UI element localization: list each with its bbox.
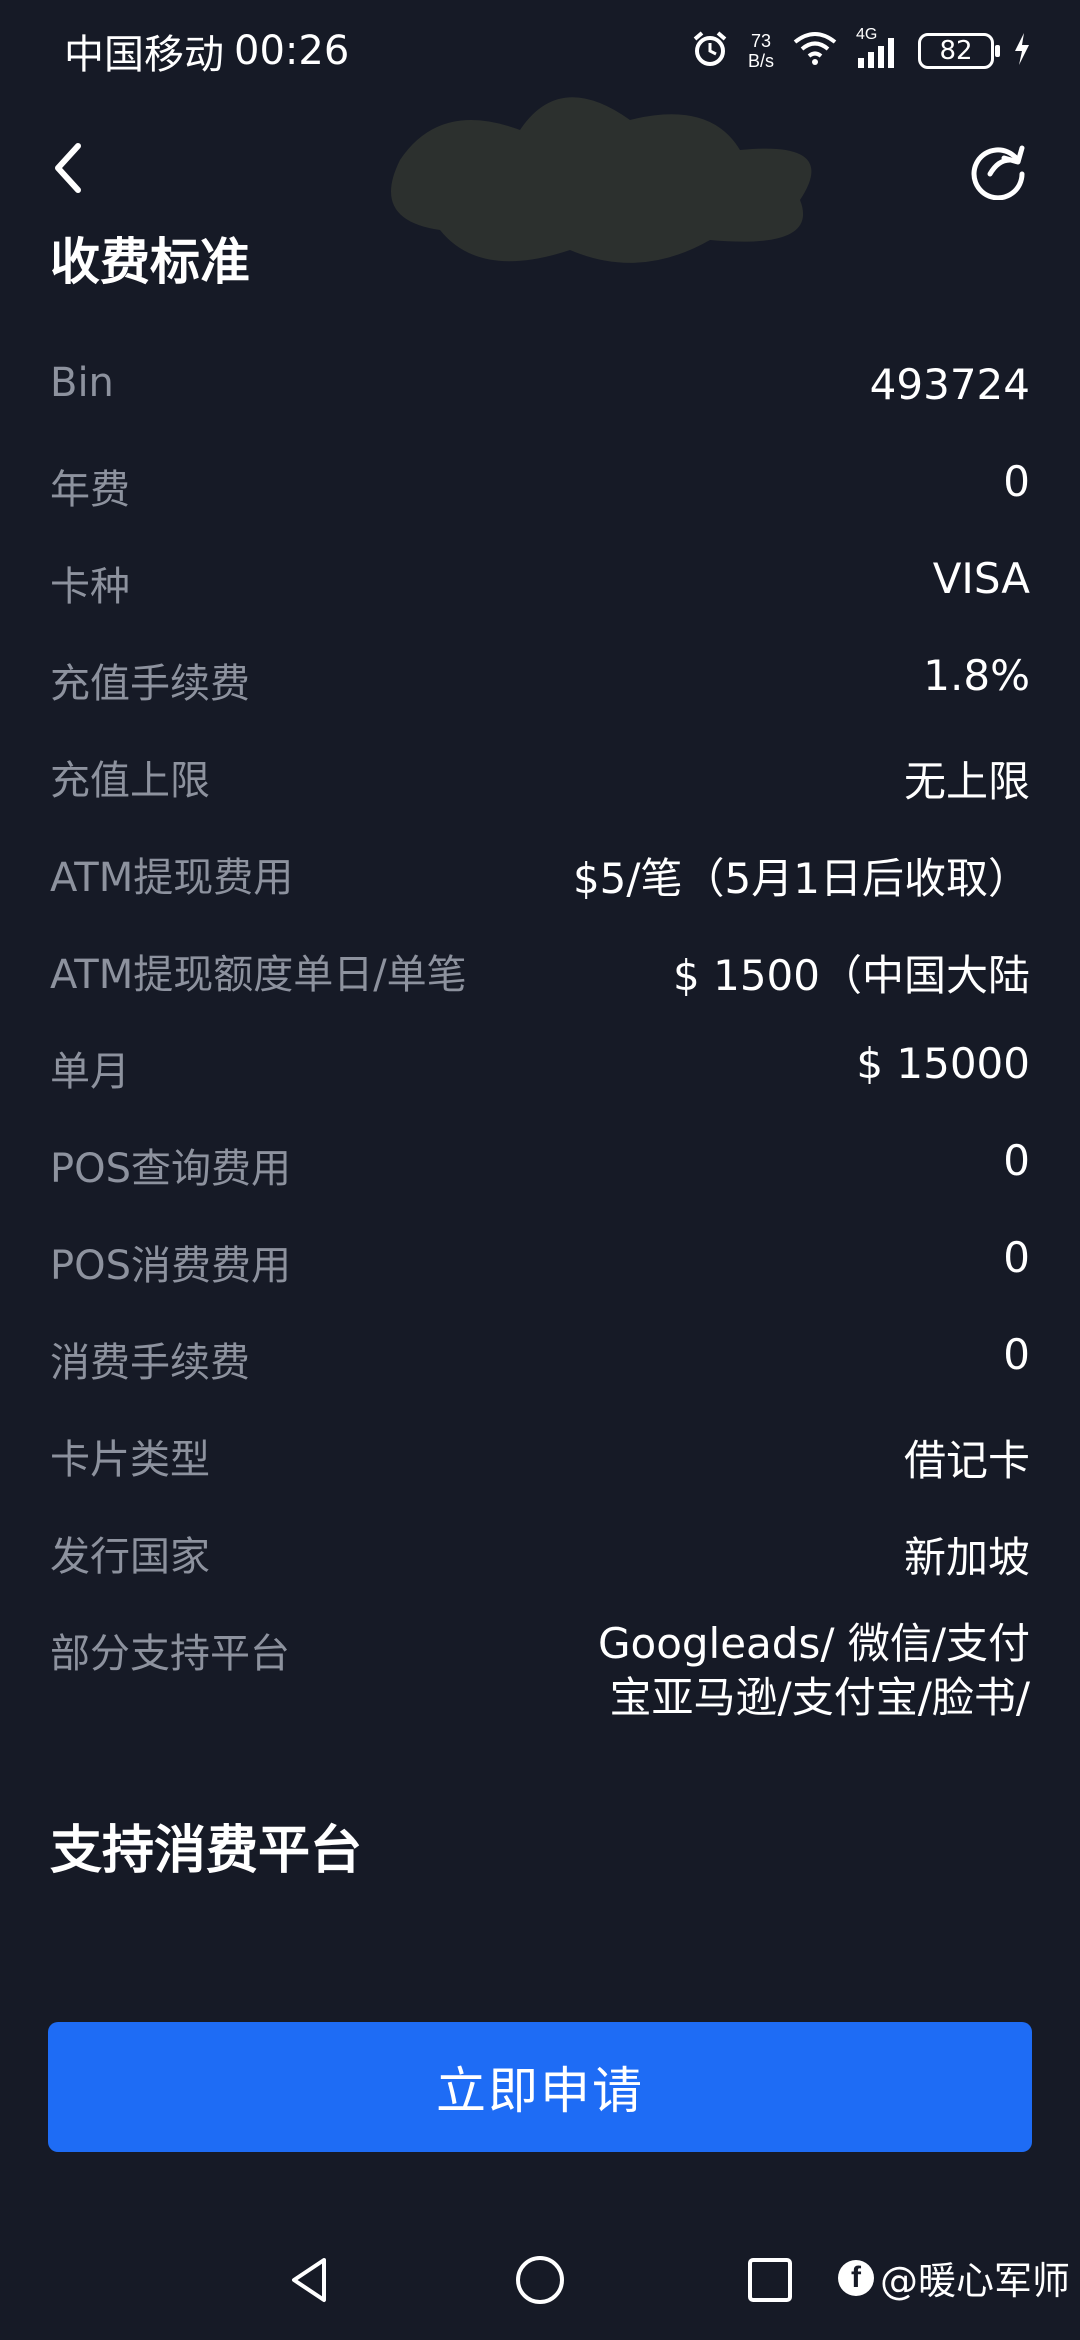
facebook-icon: f bbox=[837, 2259, 874, 2296]
fee-value: 无上限 bbox=[903, 757, 1030, 806]
fee-label: POS消费费用 bbox=[50, 1243, 291, 1289]
fee-row: 充值手续费 1.8% bbox=[50, 641, 1030, 738]
fee-list: Bin 493724 年费 0 卡种 VISA 充值手续费 1.8% 充值上限 … bbox=[50, 350, 1030, 1801]
circle-home-icon bbox=[516, 2256, 564, 2304]
signal-type-label: 4G bbox=[856, 26, 878, 43]
fee-value: 借记卡 bbox=[903, 1436, 1030, 1485]
net-speed-value: 73 bbox=[750, 31, 771, 51]
fee-value: $ 15000 bbox=[856, 1039, 1030, 1088]
fee-label: 卡片类型 bbox=[50, 1437, 210, 1483]
fee-value: 新加坡 bbox=[903, 1533, 1030, 1582]
battery-indicator: 82 bbox=[918, 33, 1000, 69]
fee-label: POS查询费用 bbox=[50, 1146, 291, 1192]
fee-row: 年费 0 bbox=[50, 447, 1030, 544]
cell-signal-icon: 4G bbox=[856, 26, 900, 70]
fee-row: 消费手续费 0 bbox=[50, 1320, 1030, 1417]
fee-row: 卡片类型 借记卡 bbox=[50, 1417, 1030, 1514]
fee-value: 0 bbox=[1003, 1233, 1030, 1282]
fee-value: 0 bbox=[1003, 1136, 1030, 1185]
nav-home-button[interactable] bbox=[510, 2250, 570, 2310]
charging-icon bbox=[1012, 31, 1032, 71]
battery-level: 82 bbox=[939, 36, 973, 66]
clock-time: 00:26 bbox=[234, 28, 350, 74]
refresh-button[interactable] bbox=[968, 140, 1028, 201]
watermark-text: @暖心军师 bbox=[879, 2259, 1070, 2303]
apply-now-button[interactable]: 立即申请 bbox=[48, 2022, 1032, 2152]
fee-row: 发行国家 新加坡 bbox=[50, 1514, 1030, 1611]
page-title: 收费标准 bbox=[50, 233, 250, 291]
fee-label: 部分支持平台 bbox=[50, 1631, 290, 1677]
fee-value: $ 1500（中国大陆 bbox=[673, 951, 1030, 1000]
fee-label: ATM提现额度单日/单笔 bbox=[50, 952, 467, 998]
fee-label: 充值手续费 bbox=[50, 661, 250, 707]
fee-label: 年费 bbox=[50, 467, 130, 513]
fee-row: 单月 $ 15000 bbox=[50, 1029, 1030, 1126]
carrier-name: 中国移动 bbox=[64, 32, 224, 78]
fee-value: VISA bbox=[932, 554, 1030, 603]
chevron-left-icon bbox=[55, 143, 81, 193]
status-right: 73 B/s 4G 82 bbox=[690, 26, 1032, 76]
square-recents-icon bbox=[748, 2258, 792, 2302]
nav-recents-button[interactable] bbox=[740, 2250, 800, 2310]
fee-value: Googleads/ 微信/支付宝亚马逊/支付宝/脸书/ bbox=[597, 1619, 1030, 1722]
fee-row: POS查询费用 0 bbox=[50, 1126, 1030, 1223]
fee-row: Bin 493724 bbox=[50, 350, 1030, 447]
fee-row: POS消费费用 0 bbox=[50, 1223, 1030, 1320]
fee-value: $5/笔（5月1日后收取） bbox=[572, 854, 1030, 903]
fee-row: 卡种 VISA bbox=[50, 544, 1030, 641]
fee-value: 0 bbox=[1003, 1330, 1030, 1379]
triangle-back-icon bbox=[292, 2258, 326, 2302]
wifi-icon bbox=[792, 30, 838, 72]
fee-row: 部分支持平台 Googleads/ 微信/支付宝亚马逊/支付宝/脸书/ bbox=[50, 1611, 1030, 1801]
fee-label: 卡种 bbox=[50, 564, 130, 610]
fee-label: 充值上限 bbox=[50, 758, 210, 804]
support-platforms-title: 支持消费平台 bbox=[50, 1821, 363, 1881]
fee-label: Bin bbox=[50, 360, 114, 406]
fee-label: 发行国家 bbox=[50, 1534, 210, 1580]
fee-label: ATM提现费用 bbox=[50, 855, 294, 901]
alarm-icon bbox=[690, 29, 730, 73]
fee-label: 单月 bbox=[50, 1049, 130, 1095]
fee-value: 1.8% bbox=[923, 651, 1030, 700]
refresh-icon bbox=[971, 145, 1025, 201]
fee-row: ATM提现额度单日/单笔 $ 1500（中国大陆 bbox=[50, 932, 1030, 1029]
net-speed-unit: B/s bbox=[747, 51, 774, 71]
fee-value: 0 bbox=[1003, 457, 1030, 506]
back-button[interactable] bbox=[44, 138, 94, 198]
status-left: 中国移动 00:26 bbox=[64, 22, 349, 80]
fee-row: 充值上限 无上限 bbox=[50, 738, 1030, 835]
nav-back-button[interactable] bbox=[280, 2250, 340, 2310]
fee-label: 消费手续费 bbox=[50, 1340, 250, 1386]
fee-row: ATM提现费用 $5/笔（5月1日后收取） bbox=[50, 835, 1030, 932]
fee-value: 493724 bbox=[869, 360, 1030, 409]
net-speed: 73 B/s bbox=[748, 31, 774, 71]
redacted-area bbox=[380, 80, 840, 290]
watermark: f @暖心军师 bbox=[837, 2250, 1070, 2305]
